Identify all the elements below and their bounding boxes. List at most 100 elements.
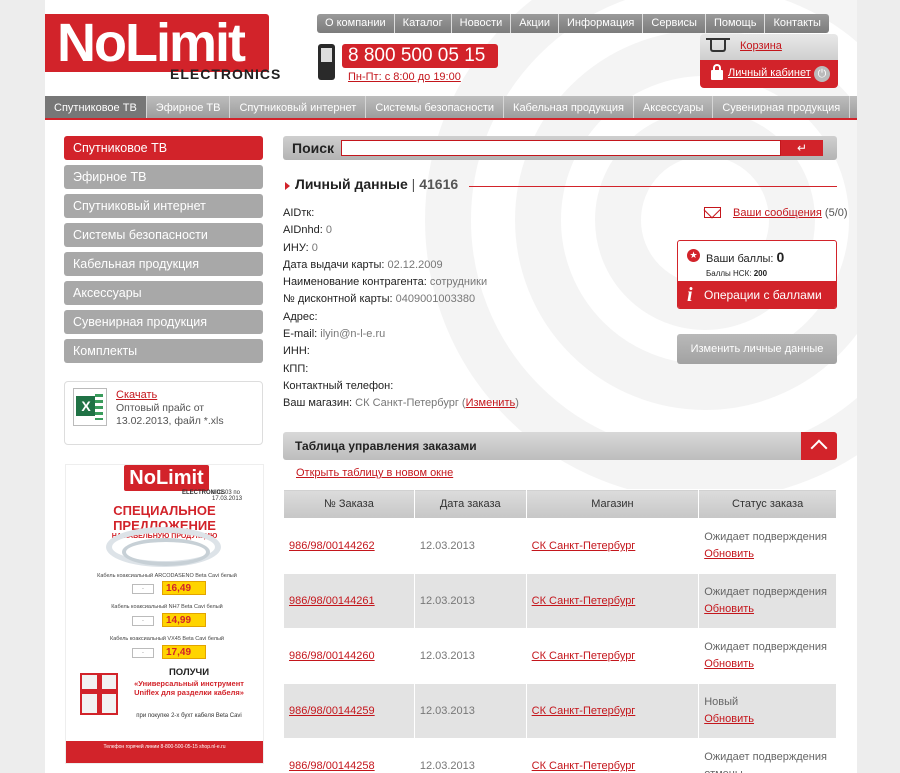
top-nav-info[interactable]: Информация (558, 14, 642, 33)
order-date: 12.03.2013 (413, 738, 527, 773)
info-row: КПП: (283, 361, 663, 378)
order-shop-link[interactable]: СК Санкт-Петербург (532, 705, 636, 717)
lock-icon (711, 64, 723, 80)
sidebar-item-terrestrial-tv[interactable]: Эфирное ТВ (64, 165, 263, 189)
top-nav-help[interactable]: Помощь (704, 14, 765, 33)
messages-link[interactable]: Ваши сообщения (733, 207, 822, 219)
promo-get: ПОЛУЧИ (168, 667, 210, 678)
top-nav-promos[interactable]: Акции (510, 14, 558, 33)
site-logo[interactable]: NoLimit ELECTRONICS (45, 13, 285, 82)
envelope-icon (704, 207, 721, 218)
info-label: ИНУ: (283, 241, 309, 254)
price-download-link[interactable]: Скачать (116, 389, 157, 401)
main-nav-accessories[interactable]: Аксессуары (634, 96, 714, 118)
order-id-link[interactable]: 986/98/00144259 (289, 705, 375, 717)
score-label: Ваши баллы: (706, 253, 774, 265)
top-nav-contacts[interactable]: Контакты (764, 14, 829, 33)
top-nav-news[interactable]: Новости (450, 14, 511, 33)
main-nav-souvenirs[interactable]: Сувенирная продукция (713, 96, 851, 118)
info-label: Адрес: (283, 310, 318, 323)
page: NoLimit ELECTRONICS О компании Каталог Н… (45, 0, 857, 773)
sidebar-item-satellite-tv[interactable]: Спутниковое ТВ (64, 136, 263, 160)
order-status: Новый (704, 696, 739, 708)
user-box: Корзина Личный кабинет ⏻ (700, 34, 838, 88)
messages: Ваши сообщения (5/0) (733, 207, 848, 219)
info-row: ИНУ: 0 (283, 240, 663, 257)
table-row: 986/98/00144259 12.03.2013 СК Санкт-Пете… (283, 683, 837, 739)
order-id-link[interactable]: 986/98/00144258 (289, 760, 375, 772)
main-nav-cables[interactable]: Кабельная продукция (504, 96, 634, 118)
score-nsk-label: Баллы НСК: (706, 269, 752, 278)
main-nav-satellite-internet[interactable]: Спутниковый интернет (230, 96, 367, 118)
search-button[interactable]: ↵ (781, 140, 823, 156)
top-nav-catalog[interactable]: Каталог (393, 14, 451, 33)
column-header: № Заказа (283, 489, 415, 519)
main-nav-security[interactable]: Системы безопасности (366, 96, 505, 118)
cart-link[interactable]: Корзина (740, 40, 782, 52)
top-nav-about[interactable]: О компании (317, 14, 394, 33)
main-nav-terrestrial-tv[interactable]: Эфирное ТВ (147, 96, 231, 118)
order-shop-link[interactable]: СК Санкт-Петербург (532, 760, 636, 772)
logout-icon[interactable]: ⏻ (814, 66, 830, 82)
main-nav-satellite-tv[interactable]: Спутниковое ТВ (45, 96, 147, 118)
info-row: Наименование контрагента: сотрудники (283, 274, 663, 291)
search-input[interactable] (341, 140, 781, 156)
sidebar-item-accessories[interactable]: Аксессуары (64, 281, 263, 305)
order-id-link[interactable]: 986/98/00144260 (289, 650, 375, 662)
promo-banner[interactable]: NoLimit ELECTRONICS с 01.03 по 17.03.201… (65, 464, 264, 764)
order-refresh-link[interactable]: Обновить (704, 711, 836, 728)
order-id-link[interactable]: 986/98/00144261 (289, 595, 375, 607)
order-status: Ожидает подверждения (704, 641, 827, 653)
info-row: E-mail: ilyin@n-l-e.ru (283, 326, 663, 343)
score-operations-label: Операции с баллами (704, 288, 822, 302)
order-shop-link[interactable]: СК Санкт-Петербург (532, 540, 636, 552)
score-box: ★ Ваши баллы: 0 Баллы НСК: 200 i Операци… (677, 240, 837, 309)
search-label: Поиск (292, 140, 335, 156)
info-value: 02.12.2009 (387, 258, 443, 271)
column-header: Дата заказа (413, 489, 527, 519)
order-shop-link[interactable]: СК Санкт-Петербург (532, 650, 636, 662)
score-nsk-value: 200 (753, 269, 768, 278)
change-shop-link[interactable]: Изменить (466, 397, 516, 409)
order-refresh-link[interactable]: Обновить (704, 656, 836, 673)
score-operations-button[interactable]: i Операции с баллами (678, 281, 836, 308)
edit-profile-button[interactable]: Изменить личные данные (677, 334, 837, 364)
top-nav: О компании Каталог Новости Акции Информа… (317, 14, 829, 33)
order-date: 12.03.2013 (413, 573, 527, 629)
info-value: 0409001003380 (395, 293, 476, 306)
sidebar-item-satellite-internet[interactable]: Спутниковый интернет (64, 194, 263, 218)
info-row: № дисконтной карты: 0409001003380 (283, 291, 663, 308)
sidebar-item-kits[interactable]: Комплекты (64, 339, 263, 363)
phone-number: 8 800 500 05 15 (342, 44, 498, 68)
info-row: Контактный телефон: (283, 378, 663, 395)
cabinet-link[interactable]: Личный кабинет (728, 67, 811, 79)
collapse-chevron-up-icon[interactable] (801, 432, 837, 460)
order-shop-link[interactable]: СК Санкт-Петербург (532, 595, 636, 607)
order-refresh-link[interactable]: Обновить (704, 601, 836, 618)
price-tag: 17,49 (162, 645, 206, 659)
order-id-link[interactable]: 986/98/00144262 (289, 540, 375, 552)
order-refresh-link[interactable]: Обновить (704, 546, 836, 563)
sidebar-item-security[interactable]: Системы безопасности (64, 223, 263, 247)
phone-hours[interactable]: Пн-Пт: с 8:00 до 19:00 (348, 71, 461, 83)
order-status: Ожидает подверждения (704, 531, 827, 543)
excel-file-icon (73, 388, 107, 426)
order-status: Ожидает подверждения отмены (704, 751, 827, 773)
top-nav-services[interactable]: Сервисы (642, 14, 705, 33)
sidebar-item-souvenirs[interactable]: Сувенирная продукция (64, 310, 263, 334)
personal-info: AIDтк: AIDnhd: 0 ИНУ: 0 Дата выдачи карт… (283, 205, 663, 413)
info-label: Ваш магазин: (283, 397, 353, 410)
info-label: Дата выдачи карты: (283, 258, 385, 271)
main-nav: Спутниковое ТВ Эфирное ТВ Спутниковый ин… (45, 96, 857, 120)
sidebar-item-cables[interactable]: Кабельная продукция (64, 252, 263, 276)
table-header-row: № Заказа Дата заказа Магазин Статус зака… (283, 489, 837, 519)
page-title-id: 41616 (419, 176, 459, 192)
title-bullet-icon (285, 182, 290, 190)
info-row: Ваш магазин: СК Санкт-Петербург (Изменит… (283, 397, 519, 410)
info-value: сотрудники (429, 276, 488, 289)
score-value: 0 (776, 249, 785, 265)
info-label: КПП: (283, 362, 309, 375)
price-description: Оптовый прайс от 13.02.2013, файл *.xls (116, 402, 224, 427)
open-table-new-window-link[interactable]: Открыть таблицу в новом окне (296, 467, 453, 479)
logo-subtitle: ELECTRONICS (170, 66, 282, 82)
